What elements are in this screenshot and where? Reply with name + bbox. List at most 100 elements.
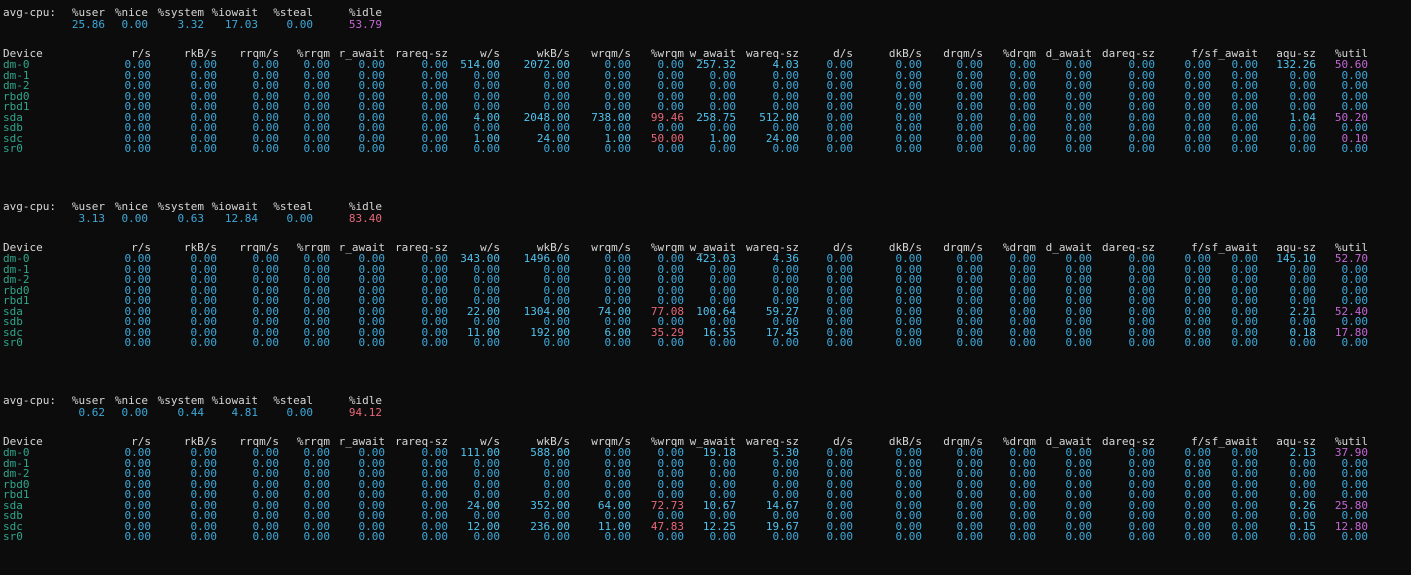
table-cell: 0.00 [1065,336,1093,349]
table-cell: 0.00 [124,336,152,349]
cpu-header-label: avg-cpu: [3,200,56,213]
table-cell: 0.00 [1289,336,1317,349]
cpu-header-line: avg-cpu: %user %nice %system %iowait %steal %i… [0,201,1411,212]
table-cell: 0.00 [421,336,449,349]
cpu-value-steal: 0.00 [286,212,314,225]
cpu-header-user: %user [71,200,105,213]
cpu-value-system: 3.32 [177,18,205,31]
table-cell: 0.00 [252,530,280,543]
table-cell: 0.00 [709,530,737,543]
table-cell: 0.00 [421,142,449,155]
device-name: sr0 [3,336,23,349]
device-name: sr0 [3,142,23,155]
cpu-value-idle: 83.40 [348,212,382,225]
table-cell: 0.00 [604,142,632,155]
cpu-value-idle: 94.12 [348,406,382,419]
cpu-header-user: %user [71,394,105,407]
table-row: sr0 0.00 0.00 0.00 0.00 0.00 0.00 0.00 0.00 0.00 0… [0,337,1411,348]
cpu-header-steal: %steal [273,394,313,407]
table-cell: 0.00 [1128,142,1156,155]
table-cell: 0.00 [772,336,800,349]
table-cell: 0.00 [956,142,984,155]
table-cell: 0.00 [473,142,501,155]
cpu-value-user: 25.86 [71,18,105,31]
cpu-header-label: avg-cpu: [3,394,56,407]
table-cell: 0.00 [1009,142,1037,155]
table-cell: 0.00 [124,530,152,543]
table-cell: 0.00 [303,336,331,349]
device-name: sr0 [3,530,23,543]
table-cell: 0.00 [1341,142,1369,155]
cpu-value-steal: 0.00 [286,406,314,419]
table-cell: 0.00 [657,142,685,155]
cpu-values-line: 3.13 0.00 0.63 12.84 0.00 83.40 [0,213,1411,224]
table-cell: 0.00 [303,530,331,543]
table-cell: 0.00 [252,142,280,155]
cpu-header-steal: %steal [273,200,313,213]
table-row: sr0 0.00 0.00 0.00 0.00 0.00 0.00 0.00 0.00 0.00 0… [0,143,1411,154]
table-cell: 0.00 [895,530,923,543]
table-cell: 0.00 [1128,336,1156,349]
table-cell: 0.00 [1341,530,1369,543]
cpu-value-nice: 0.00 [121,212,149,225]
table-cell: 0.00 [473,530,501,543]
table-cell: 0.00 [772,530,800,543]
cpu-header-iowait: %iowait [211,200,258,213]
table-cell: 0.00 [709,336,737,349]
cpu-value-user: 3.13 [78,212,106,225]
cpu-header-iowait: %iowait [211,394,258,407]
table-cell: 0.00 [956,336,984,349]
table-cell: 0.00 [1065,142,1093,155]
cpu-header-idle: %idle [348,200,382,213]
table-cell: 0.00 [1065,530,1093,543]
cpu-header-nice: %nice [114,200,148,213]
table-cell: 0.00 [604,336,632,349]
table-cell: 0.00 [772,142,800,155]
table-cell: 0.00 [826,530,854,543]
table-cell: 0.00 [1231,336,1259,349]
cpu-header-system: %system [157,6,204,19]
table-cell: 0.00 [421,530,449,543]
table-cell: 0.00 [543,142,571,155]
cpu-value-iowait: 17.03 [224,18,258,31]
cpu-value-idle: 53.79 [348,18,382,31]
table-cell: 0.00 [1289,142,1317,155]
table-cell: 0.00 [709,142,737,155]
table-cell: 0.00 [826,142,854,155]
table-cell: 0.00 [1289,530,1317,543]
table-cell: 0.00 [657,530,685,543]
cpu-value-system: 0.44 [177,406,205,419]
table-cell: 0.00 [473,336,501,349]
table-cell: 0.00 [358,142,386,155]
cpu-values-line: 0.62 0.00 0.44 4.81 0.00 94.12 [0,407,1411,418]
table-cell: 0.00 [1341,336,1369,349]
table-cell: 0.00 [826,336,854,349]
cpu-value-nice: 0.00 [121,406,149,419]
table-cell: 0.00 [1009,530,1037,543]
cpu-header-label: avg-cpu: [3,6,56,19]
cpu-header-system: %system [157,394,204,407]
cpu-value-system: 0.63 [177,212,205,225]
cpu-header-iowait: %iowait [211,6,258,19]
cpu-header-nice: %nice [114,394,148,407]
cpu-value-nice: 0.00 [121,18,149,31]
table-cell: 0.00 [657,336,685,349]
table-row: sr0 0.00 0.00 0.00 0.00 0.00 0.00 0.00 0.00 0.00 0… [0,531,1411,542]
table-cell: 0.00 [1009,336,1037,349]
table-cell: 0.00 [543,530,571,543]
cpu-value-user: 0.62 [78,406,106,419]
cpu-header-idle: %idle [348,394,382,407]
table-cell: 0.00 [358,336,386,349]
cpu-header-user: %user [71,6,105,19]
cpu-header-steal: %steal [273,6,313,19]
table-cell: 0.00 [190,336,218,349]
table-cell: 0.00 [1184,336,1212,349]
cpu-values-line: 25.86 0.00 3.32 17.03 0.00 53.79 [0,19,1411,30]
table-cell: 0.00 [303,142,331,155]
table-cell: 0.00 [190,530,218,543]
cpu-value-iowait: 12.84 [224,212,258,225]
table-cell: 0.00 [358,530,386,543]
cpu-value-steal: 0.00 [286,18,314,31]
table-cell: 0.00 [124,142,152,155]
terminal-output: avg-cpu: %user %nice %system %iowait %steal %i… [0,0,1411,575]
